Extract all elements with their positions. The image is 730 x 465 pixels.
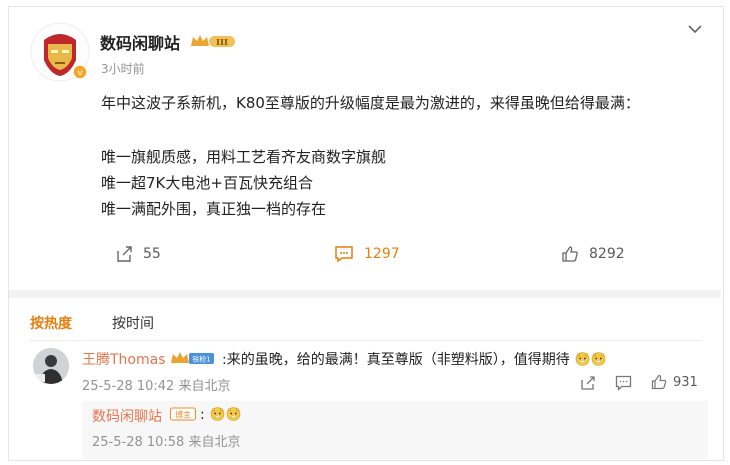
like-count: 8292 xyxy=(589,246,625,262)
fan-badge-label: 铁粉1 xyxy=(192,355,210,364)
tab-sort-by-time[interactable]: 按时间 xyxy=(112,313,154,333)
commenter-avatar[interactable] xyxy=(33,348,69,384)
reply-author-name[interactable]: 数码闲聊站 xyxy=(92,406,162,426)
comment-text-content: :来的虽晚，给的最满！真至尊版（非塑料版），值得期待 xyxy=(222,352,570,368)
crown-level-badge: III xyxy=(191,35,235,48)
section-divider xyxy=(9,290,721,298)
comment-count: 1297 xyxy=(364,246,400,262)
reply-text: : xyxy=(200,406,241,423)
chevron-down-icon[interactable] xyxy=(688,24,702,34)
post-text-line-2: 唯一旗舰质感，用料工艺看齐友商数字旗舰 xyxy=(101,148,387,166)
comment-thumbs-up-icon[interactable] xyxy=(651,374,667,390)
commenter-name[interactable]: 王腾Thomas xyxy=(82,349,166,369)
doge-emoji-icon xyxy=(210,407,225,421)
badge-level-text: III xyxy=(216,38,228,48)
post-text-line-1: 年中这波子系新机，K80至尊版的升级幅度是最为激进的，来得虽晚但给得最满： xyxy=(101,94,640,112)
doge-emoji-icon xyxy=(591,352,606,366)
doge-emoji-icon xyxy=(226,407,241,421)
comments-divider xyxy=(29,340,701,341)
post-text-line-4: 唯一满配外围，真正独一档的存在 xyxy=(101,200,327,218)
tab-sort-by-hot[interactable]: 按热度 xyxy=(30,313,72,333)
post-author-name[interactable]: 数码闲聊站 xyxy=(100,30,180,54)
comment-icon xyxy=(335,246,353,263)
reply-meta: 25-5-28 10:58 来自北京 xyxy=(92,435,241,450)
comment-reply-icon[interactable] xyxy=(615,375,632,391)
author-avatar[interactable]: v xyxy=(30,22,90,82)
comment-repost-icon[interactable] xyxy=(580,375,596,391)
fan-badge: 铁粉1 xyxy=(171,352,214,364)
repost-count: 55 xyxy=(143,246,161,262)
thumbs-up-icon xyxy=(562,246,578,262)
post-text-line-3: 唯一超7K大电池+百瓦快充组合 xyxy=(101,174,313,192)
repost-icon xyxy=(117,246,132,262)
comment-meta: 25-5-28 10:42 来自北京 xyxy=(82,379,231,394)
blogger-badge: 博主 xyxy=(170,407,196,421)
comment-button[interactable]: 1297 xyxy=(334,244,400,264)
blogger-badge-label: 博主 xyxy=(175,410,191,420)
post-time: 3小时前 xyxy=(101,62,145,76)
comment-text: :来的虽晚，给的最满！真至尊版（非塑料版），值得期待 xyxy=(222,349,606,369)
svg-text:v: v xyxy=(77,69,83,79)
doge-emoji-icon xyxy=(575,352,590,366)
comment-like-count: 931 xyxy=(673,375,698,390)
reply-text-content: : xyxy=(200,407,205,423)
repost-button[interactable]: 55 xyxy=(115,244,161,264)
like-button[interactable]: 8292 xyxy=(561,244,625,264)
